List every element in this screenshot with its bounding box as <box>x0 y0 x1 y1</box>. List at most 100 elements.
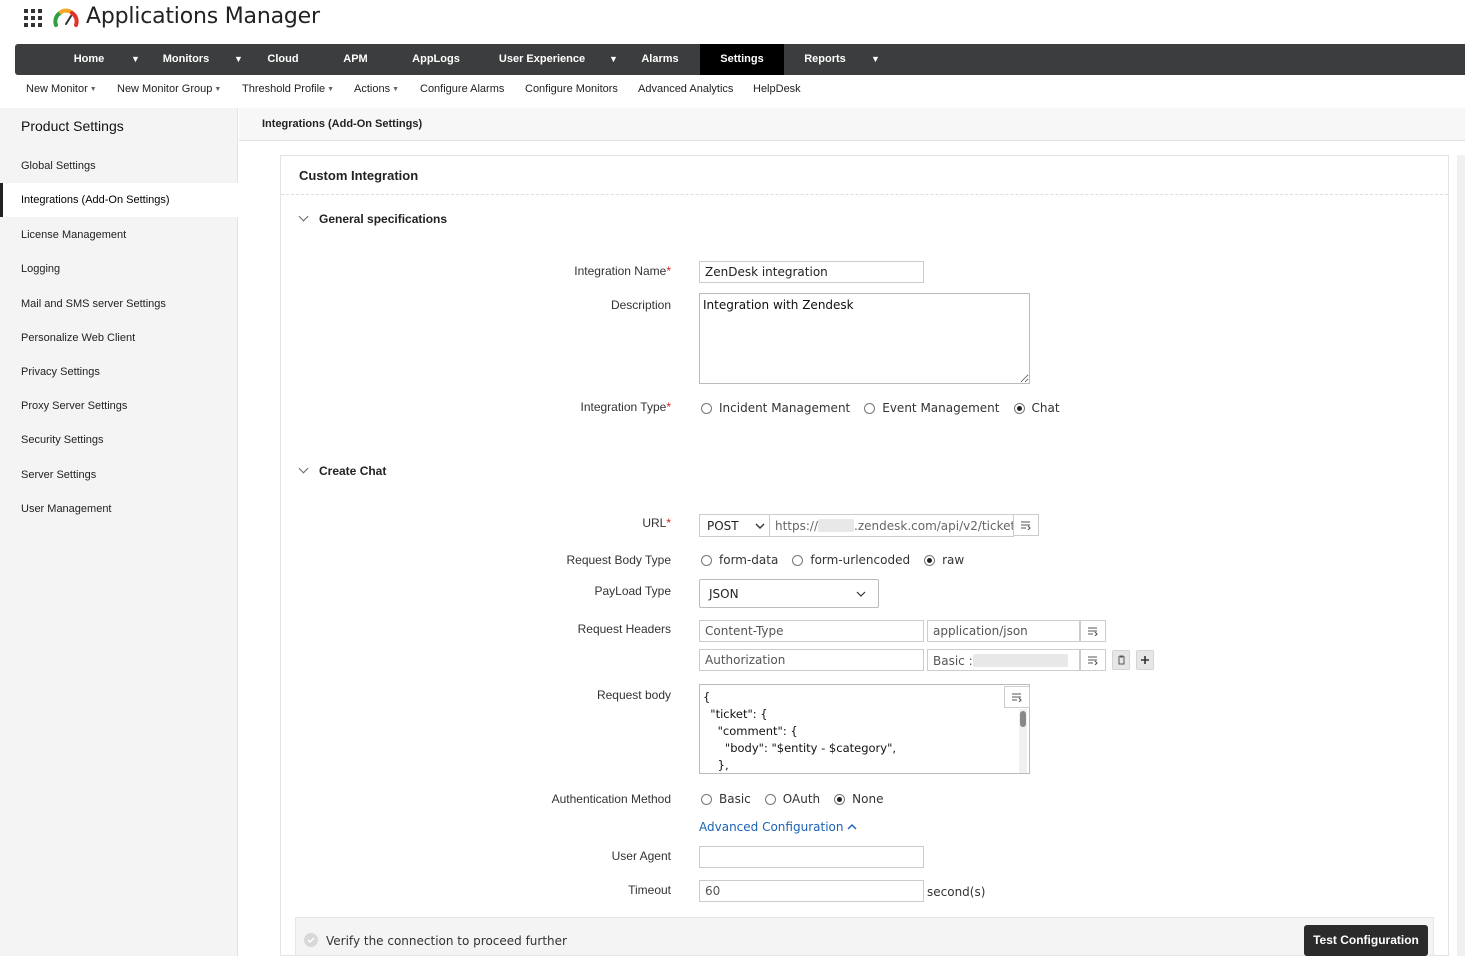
page-title: Integrations (Add-On Settings) <box>262 118 423 130</box>
sidebar-item-privacy-settings[interactable]: Privacy Settings <box>0 355 238 389</box>
payload-type-select[interactable]: JSON <box>699 579 879 608</box>
sidebar-item-integrations[interactable]: Integrations (Add-On Settings) <box>0 183 238 217</box>
subnav-actions[interactable]: Actions ▼ <box>354 83 399 95</box>
scroll-thumb[interactable] <box>1020 711 1026 727</box>
nav-cloud[interactable]: Cloud <box>253 44 313 75</box>
request-body-editor[interactable]: { "ticket": { "comment": { "body": "$ent… <box>699 684 1030 774</box>
nav-home-dropdown-icon[interactable]: ▼ <box>131 44 140 75</box>
create-chat-section[interactable]: Create Chat <box>298 463 386 478</box>
list-icon <box>1088 656 1098 665</box>
test-configuration-button[interactable]: Test Configuration <box>1304 925 1428 956</box>
nav-monitors-dropdown-icon[interactable]: ▼ <box>234 44 243 75</box>
app-launcher-grid-icon[interactable] <box>24 9 42 27</box>
verify-connection-bar: Verify the connection to proceed further <box>295 917 1434 956</box>
subnav-configure-monitors[interactable]: Configure Monitors <box>525 83 618 95</box>
url-input[interactable]: https://.zendesk.com/api/v2/tickets.js <box>769 514 1014 537</box>
user-agent-input[interactable] <box>699 846 924 868</box>
sidebar-item-personalize-web-client[interactable]: Personalize Web Client <box>0 321 238 355</box>
nav-settings[interactable]: Settings <box>700 44 784 75</box>
radio-none[interactable]: None <box>834 792 883 806</box>
panel-title: Custom Integration <box>299 168 419 183</box>
radio-incident-management[interactable]: Incident Management <box>701 401 850 415</box>
timeout-label: Timeout <box>628 883 671 897</box>
radio-button-selected[interactable] <box>1013 402 1025 414</box>
authentication-method-radio-group: Basic OAuth None <box>701 792 897 806</box>
nav-monitors[interactable]: Monitors <box>151 44 221 75</box>
sidebar-item-proxy-server-settings[interactable]: Proxy Server Settings <box>0 389 238 423</box>
header-placeholder-menu-button[interactable] <box>1080 649 1106 671</box>
request-body-type-radio-group: form-data form-urlencoded raw <box>701 553 978 567</box>
header-key-input[interactable] <box>699 649 924 671</box>
verify-connection-text: Verify the connection to proceed further <box>326 934 567 948</box>
list-icon <box>1012 693 1022 702</box>
header-value-input[interactable] <box>927 620 1080 642</box>
nav-user-experience[interactable]: User Experience <box>490 44 594 75</box>
request-body-type-label: Request Body Type <box>566 553 671 567</box>
radio-form-data[interactable]: form-data <box>701 553 778 567</box>
nav-applogs[interactable]: AppLogs <box>399 44 473 75</box>
radio-event-management[interactable]: Event Management <box>864 401 1000 415</box>
header-key-input[interactable] <box>699 620 924 642</box>
sidebar-item-security-settings[interactable]: Security Settings <box>0 423 238 457</box>
radio-button[interactable] <box>864 402 876 414</box>
radio-oauth[interactable]: OAuth <box>764 792 820 806</box>
body-placeholder-menu-button[interactable] <box>1004 686 1030 708</box>
caret-down-icon: ▼ <box>214 86 222 93</box>
subnav-new-monitor-group[interactable]: New Monitor Group ▼ <box>117 83 221 95</box>
request-body-text[interactable]: { "ticket": { "comment": { "body": "$ent… <box>703 689 896 774</box>
main-navigation: Home ▼ Monitors ▼ Cloud APM AppLogs User… <box>15 44 1465 75</box>
add-header-button[interactable] <box>1136 650 1154 670</box>
chevron-down-icon <box>755 523 765 529</box>
radio-button[interactable] <box>764 793 776 805</box>
general-specifications-section[interactable]: General specifications <box>298 211 447 226</box>
subnav-new-monitor[interactable]: New Monitor ▼ <box>26 83 97 95</box>
radio-chat[interactable]: Chat <box>1013 401 1060 415</box>
nav-reports[interactable]: Reports <box>794 44 856 75</box>
delete-header-button[interactable] <box>1112 650 1130 670</box>
radio-button-selected[interactable] <box>924 554 936 566</box>
payload-type-label: PayLoad Type <box>594 584 671 598</box>
radio-raw[interactable]: raw <box>924 553 964 567</box>
nav-home[interactable]: Home <box>59 44 119 75</box>
nav-alarms[interactable]: Alarms <box>630 44 690 75</box>
body-scrollbar[interactable] <box>1019 709 1027 773</box>
sidebar: Product Settings Global Settings Integra… <box>0 108 238 956</box>
http-method-select[interactable]: POST <box>699 514 770 537</box>
url-placeholder-menu-button[interactable] <box>1013 514 1039 536</box>
subnav-advanced-analytics[interactable]: Advanced Analytics <box>638 83 733 95</box>
sidebar-item-user-management[interactable]: User Management <box>0 492 238 526</box>
chevron-down-icon <box>856 591 866 597</box>
trash-icon <box>1117 655 1125 665</box>
integration-type-label: Integration Type* <box>580 400 671 414</box>
header-placeholder-menu-button[interactable] <box>1080 620 1106 642</box>
subnav-helpdesk[interactable]: HelpDesk <box>753 83 801 95</box>
radio-button[interactable] <box>701 793 712 805</box>
subnav-threshold-profile[interactable]: Threshold Profile ▼ <box>242 83 334 95</box>
radio-button[interactable] <box>701 402 712 414</box>
sidebar-item-mail-sms-settings[interactable]: Mail and SMS server Settings <box>0 287 238 321</box>
radio-button-selected[interactable] <box>834 793 846 805</box>
sidebar-item-license-management[interactable]: License Management <box>0 218 238 252</box>
list-icon <box>1021 521 1031 530</box>
header-value-input[interactable]: Basic : <box>927 649 1080 671</box>
radio-basic[interactable]: Basic <box>701 792 751 806</box>
panel-scrollbar[interactable] <box>1457 155 1465 956</box>
radio-button[interactable] <box>701 554 712 566</box>
request-headers-label: Request Headers <box>577 622 671 636</box>
radio-button[interactable] <box>792 554 804 566</box>
timeout-input[interactable] <box>699 880 924 902</box>
nav-apm[interactable]: APM <box>328 44 383 75</box>
description-textarea[interactable]: Integration with Zendesk <box>699 293 1030 384</box>
radio-form-urlencoded[interactable]: form-urlencoded <box>792 553 910 567</box>
integration-name-input[interactable] <box>699 261 924 283</box>
check-circle-icon <box>304 933 318 947</box>
nav-reports-dropdown-icon[interactable]: ▼ <box>871 44 880 75</box>
sidebar-item-global-settings[interactable]: Global Settings <box>0 149 238 183</box>
divider <box>281 194 1448 195</box>
sidebar-item-logging[interactable]: Logging <box>0 252 238 286</box>
advanced-configuration-link[interactable]: Advanced Configuration <box>699 820 857 834</box>
subnav-configure-alarms[interactable]: Configure Alarms <box>420 83 504 95</box>
nav-user-experience-dropdown-icon[interactable]: ▼ <box>609 44 618 75</box>
chevron-up-icon <box>847 824 857 830</box>
sidebar-item-server-settings[interactable]: Server Settings <box>0 458 238 492</box>
